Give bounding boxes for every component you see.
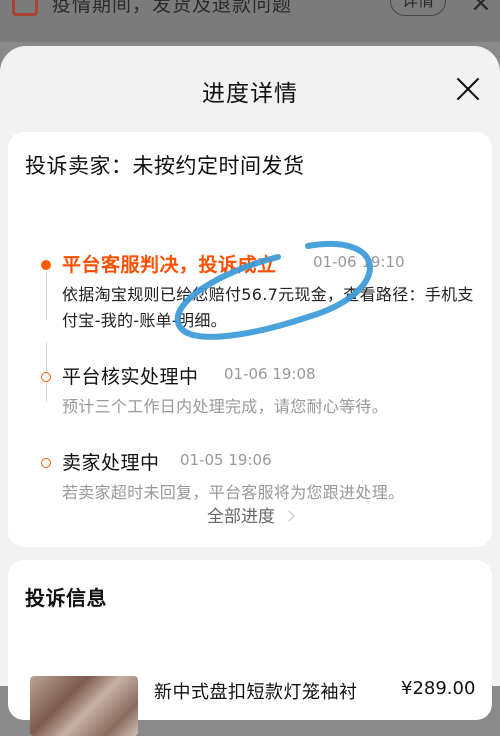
close-icon[interactable]: [452, 74, 484, 106]
banner-text: 疫情期间，发货及退款问题: [52, 0, 293, 16]
product-name[interactable]: 新中式盘扣短款灯笼袖衬: [154, 678, 358, 704]
background-notice-banner: 疫情期间，发货及退款问题 详情 ×: [0, 0, 500, 42]
step-description: 预计三个工作日内处理完成，请您耐心等待。: [62, 397, 389, 416]
product-thumbnail[interactable]: [30, 676, 138, 736]
complaint-info-card: 投诉信息 新中式盘扣短款灯笼袖衬 ¥289.00: [8, 560, 492, 736]
timeline-dot-active: [41, 260, 51, 270]
info-title: 投诉信息: [25, 586, 107, 610]
step-title: 平台客服判决，投诉成立: [62, 254, 277, 276]
progress-detail-sheet: 进度详情 投诉卖家：未按约定时间发货 平台客服判决，投诉成立 01-06 19:…: [0, 46, 500, 736]
banner-close-icon[interactable]: ×: [470, 0, 492, 18]
complaint-title: 投诉卖家：未按约定时间发货: [25, 154, 305, 178]
banner-details-button[interactable]: 详情: [390, 0, 446, 16]
timeline-dot: [41, 372, 51, 382]
sheet-title: 进度详情: [202, 81, 298, 107]
progress-card: 投诉卖家：未按约定时间发货 平台客服判决，投诉成立 01-06 19:10 依据…: [8, 132, 492, 547]
step-title: 平台核实处理中: [62, 366, 199, 388]
step-time: 01-05 19:06: [180, 451, 272, 469]
product-price: ¥289.00: [401, 678, 476, 699]
step-description: 依据淘宝规则已给您赔付56.7元现金，查看路径：手机支付宝-我的-账单-明细。: [62, 285, 474, 330]
timeline-connector: [46, 272, 47, 320]
step-time: 01-06 19:08: [224, 365, 316, 383]
speaker-icon: [12, 0, 38, 16]
all-progress-label: 全部进度: [207, 507, 275, 527]
step-time: 01-06 19:10: [313, 253, 405, 271]
all-progress-link[interactable]: 全部进度: [8, 502, 492, 527]
timeline-dot: [41, 458, 51, 468]
chevron-right-icon: [283, 510, 295, 522]
step-title: 卖家处理中: [62, 452, 160, 474]
